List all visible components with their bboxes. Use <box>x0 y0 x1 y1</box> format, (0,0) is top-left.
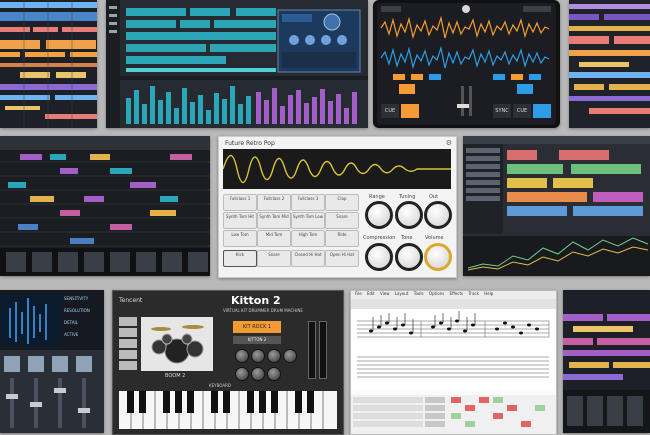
pad-button[interactable] <box>119 317 137 326</box>
waveform-curve <box>222 154 451 184</box>
tone-knob[interactable] <box>395 243 423 271</box>
drum-pad[interactable]: Open Hi Hat <box>325 250 359 267</box>
score-staff <box>351 309 556 391</box>
product-title: Kitton 2 <box>231 294 281 307</box>
dj-tablet-tile[interactable]: CUE SYNC CUE <box>373 0 560 128</box>
toolbar <box>351 299 556 309</box>
mixer-label: DETAIL <box>64 320 78 325</box>
arrangement-tracks <box>0 0 97 128</box>
knob-label: Out <box>429 194 439 200</box>
mixer-label: ACTIVE <box>64 332 79 337</box>
dj-play-left-button[interactable] <box>401 104 419 118</box>
drum-pad[interactable]: Closed Hi Hat <box>291 250 325 267</box>
bottom-label: KEYBOARD <box>209 383 231 388</box>
drum-pad[interactable]: Fullclass 2 <box>257 194 291 211</box>
drum-pad[interactable]: Synth Tom Mid <box>257 212 291 229</box>
knob-label: Range <box>369 194 385 200</box>
daw-arrangement-tile-3[interactable] <box>563 290 650 433</box>
daw-mixer-tile[interactable] <box>463 136 650 276</box>
kitton-drum-machine-tile[interactable]: Tencent Kitton 2 VIRTUAL KIT DRUMMER DRU… <box>112 290 344 435</box>
drum-pad[interactable]: Ride <box>325 230 359 247</box>
drum-pad[interactable]: Low Tom <box>223 230 257 247</box>
plugin-title: Future Retro Pop <box>225 140 275 147</box>
menu-item[interactable]: Track <box>468 291 478 296</box>
menu-item[interactable]: Tools <box>414 291 424 296</box>
daw-plugin-view <box>106 0 368 128</box>
pattern-grid <box>0 136 210 276</box>
dj-cue-left-button[interactable]: CUE <box>381 104 399 118</box>
drum-label: BOOM 2 <box>165 373 186 379</box>
drum-pad[interactable]: Mid Tom <box>257 230 291 247</box>
knob-label: Tuning <box>399 194 416 200</box>
daw-mixer-view <box>463 136 650 276</box>
menu-item[interactable]: Help <box>484 291 493 296</box>
pad-column <box>119 317 137 379</box>
pattern-editor-tile[interactable] <box>0 136 210 276</box>
drum-kit-view <box>141 317 213 371</box>
arrangement-tracks-3 <box>563 290 650 433</box>
mixer-label: RESOLUTION <box>64 308 90 313</box>
spectrum-mixer-tile[interactable]: SENSITIVITY RESOLUTION DETAIL ACTIVE <box>0 290 104 433</box>
menu-item[interactable]: File <box>355 291 362 296</box>
menu-item[interactable]: View <box>380 291 390 296</box>
track-list <box>351 395 556 434</box>
master-fader[interactable] <box>308 321 316 379</box>
master-fader-2[interactable] <box>319 321 327 379</box>
drum-pad[interactable]: Kick <box>223 250 257 267</box>
drum-pad[interactable]: Snare <box>257 250 291 267</box>
menu-item[interactable]: Layout <box>395 291 409 296</box>
pad-button[interactable] <box>119 361 137 370</box>
dj-sync-button[interactable]: SYNC <box>493 104 511 118</box>
product-subtitle: VIRTUAL KIT DRUMMER DRUM MACHINE <box>223 308 303 313</box>
piano-keys <box>119 391 337 429</box>
knob-label: Compression <box>363 235 396 241</box>
daw-plugin-tile[interactable] <box>106 0 368 128</box>
drum-pad[interactable]: Clap <box>325 194 359 211</box>
out-knob[interactable] <box>424 201 452 229</box>
track-grid <box>353 397 545 427</box>
drum-kit-illustration <box>151 325 204 364</box>
kitton-knob[interactable] <box>235 367 249 381</box>
kitton-knob[interactable] <box>235 349 249 363</box>
score-editor-tile[interactable]: File Edit View Layout Tools Options Effe… <box>350 290 557 435</box>
gear-icon[interactable]: ⚙ <box>446 139 452 147</box>
menu-item[interactable]: Options <box>429 291 444 296</box>
pad-button[interactable] <box>119 339 137 348</box>
waveform-display <box>222 149 451 189</box>
drum-pad[interactable]: Fullclass 3 <box>291 194 325 211</box>
mixer-label: SENSITIVITY <box>64 296 89 301</box>
volume-knob[interactable] <box>424 243 452 271</box>
drum-pad[interactable]: High Tom <box>291 230 325 247</box>
knob-label: Volume <box>425 235 444 241</box>
kitton-knob[interactable] <box>251 367 265 381</box>
kitton-knob[interactable] <box>251 349 265 363</box>
name-plate: KITTON 2 <box>233 336 281 344</box>
range-knob[interactable] <box>365 201 393 229</box>
arrangement-tracks-2 <box>569 0 650 128</box>
pad-button[interactable] <box>119 328 137 337</box>
drum-pad-plugin-tile[interactable]: Future Retro Pop ⚙ Fullclass 1 Fullclass… <box>218 136 457 278</box>
drum-pad[interactable]: Fullclass 1 <box>223 194 257 211</box>
pad-button[interactable] <box>119 350 137 359</box>
kitton-knob[interactable] <box>267 367 281 381</box>
daw-arrangement-tile-2[interactable] <box>569 0 650 128</box>
preset-display[interactable]: KIT ROCK 1 <box>233 321 281 333</box>
daw-arrangement-tile-1[interactable] <box>0 0 97 128</box>
dj-play-right-button[interactable] <box>533 104 551 118</box>
drum-pad[interactable]: Synth Tom Hit <box>223 212 257 229</box>
menu-bar: File Edit View Layout Tools Options Effe… <box>351 291 556 299</box>
keyboard[interactable] <box>119 391 337 429</box>
tuning-knob[interactable] <box>395 201 423 229</box>
compression-knob[interactable] <box>365 243 393 271</box>
menu-item[interactable]: Edit <box>367 291 375 296</box>
dj-cue-right-button[interactable]: CUE <box>513 104 531 118</box>
kitton-knob[interactable] <box>267 349 281 363</box>
drum-pad[interactable]: Snare <box>325 212 359 229</box>
drum-pad[interactable]: Synth Tom Low <box>291 212 325 229</box>
kitton-knob[interactable] <box>283 349 297 363</box>
knob-label: Tone <box>401 235 413 241</box>
menu-item[interactable]: Effects <box>450 291 464 296</box>
brand-label: Tencent <box>119 297 143 304</box>
